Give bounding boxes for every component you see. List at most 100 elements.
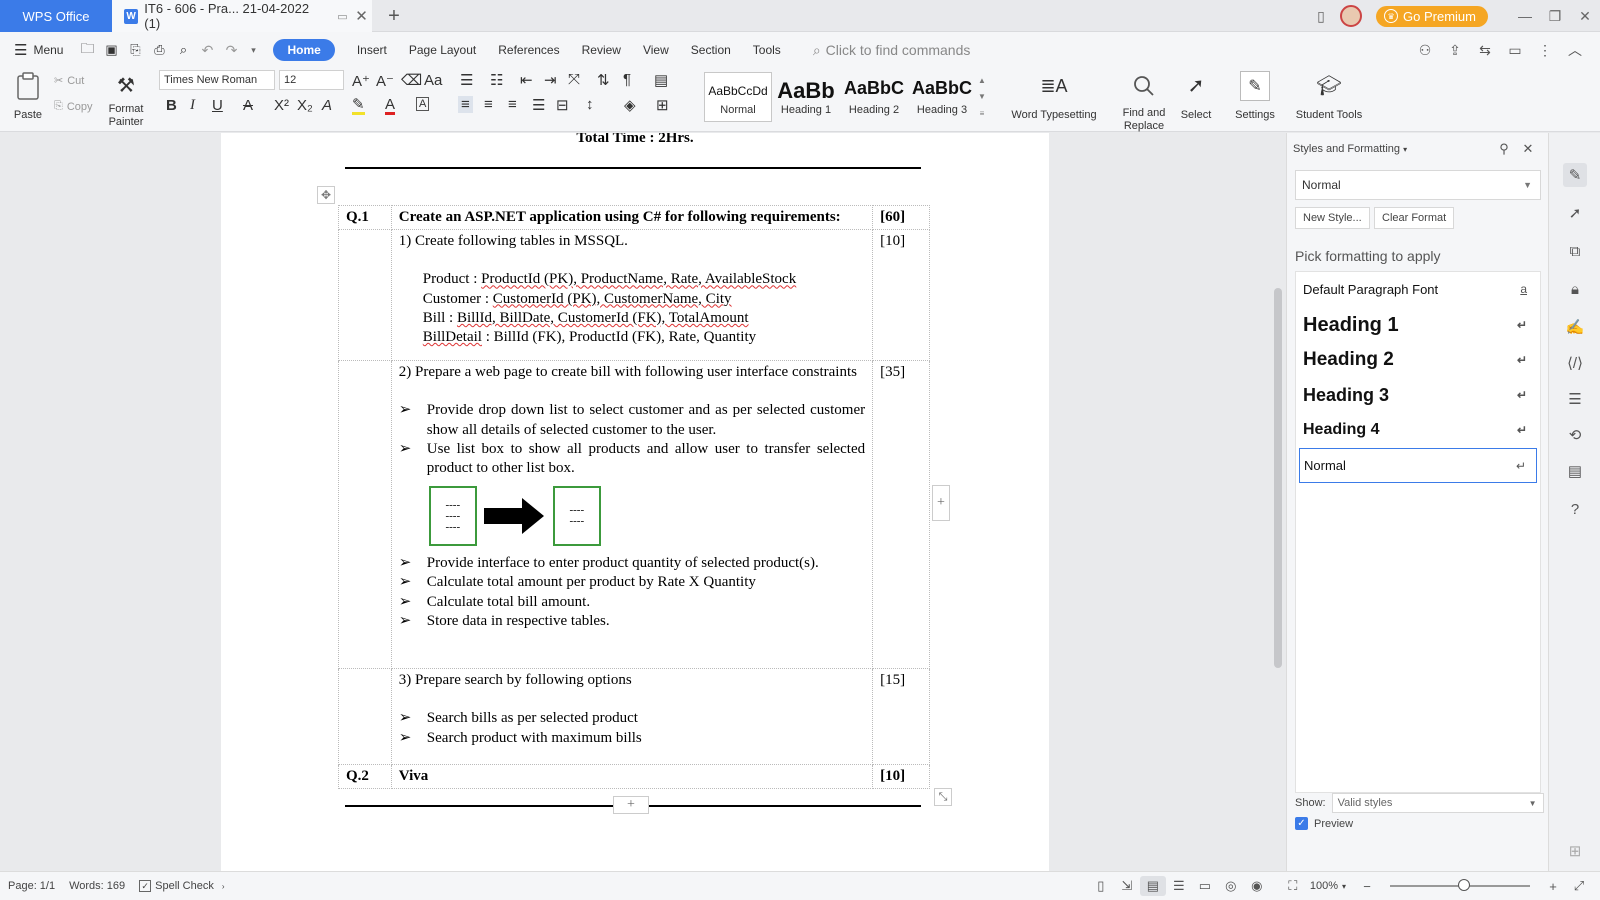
zoom-out-icon[interactable]: − bbox=[1354, 876, 1380, 896]
tab-review[interactable]: Review bbox=[582, 43, 621, 57]
style-item-heading-2[interactable]: Heading 2 ↵ bbox=[1299, 343, 1537, 377]
reading-view-icon[interactable]: ▭ bbox=[1192, 876, 1218, 896]
justify-icon[interactable]: ☰ bbox=[532, 96, 545, 114]
show-select[interactable]: Valid styles ▼ bbox=[1331, 793, 1544, 813]
styles-pencil-icon[interactable]: ✎ bbox=[1563, 163, 1587, 187]
format-painter-button[interactable]: ⚒ Format Painter bbox=[106, 71, 146, 129]
add-column-icon[interactable]: + bbox=[932, 485, 950, 521]
avatar[interactable] bbox=[1340, 5, 1363, 27]
restore-icon[interactable]: ❐ bbox=[1540, 0, 1570, 32]
shading-icon[interactable]: ◈ bbox=[624, 96, 636, 114]
save-icon[interactable]: ▣ bbox=[99, 42, 123, 58]
page-count[interactable]: Page: 1/1 bbox=[8, 880, 55, 892]
new-tab-icon[interactable]: + bbox=[382, 4, 406, 28]
style-heading-1[interactable]: AaBb Heading 1 bbox=[772, 72, 840, 122]
menu-button[interactable]: Menu bbox=[33, 43, 63, 57]
sliders-icon[interactable]: ☰ bbox=[1563, 387, 1587, 411]
text-effect-icon[interactable]: A bbox=[322, 97, 332, 114]
current-style-select[interactable]: Normal ▼ bbox=[1295, 170, 1541, 200]
tab-section[interactable]: Section bbox=[691, 43, 731, 57]
go-premium-button[interactable]: ♛ Go Premium bbox=[1376, 5, 1488, 27]
tab-insert[interactable]: Insert bbox=[357, 43, 387, 57]
command-search[interactable]: ⌕ Click to find commands bbox=[813, 42, 971, 59]
align-center-icon[interactable]: ≡ bbox=[484, 96, 493, 113]
superscript-icon[interactable]: X² bbox=[274, 97, 289, 114]
code-icon[interactable]: ⟨/⟩ bbox=[1563, 351, 1587, 375]
layers-icon[interactable]: ▤ bbox=[1563, 459, 1587, 483]
shrink-font-icon[interactable]: A⁻ bbox=[376, 72, 394, 90]
zoom-slider-knob[interactable] bbox=[1458, 879, 1470, 891]
undo-icon[interactable]: ↶ bbox=[195, 42, 219, 59]
eye-protection-icon[interactable]: ◉ bbox=[1244, 876, 1270, 896]
preview-checkbox[interactable]: ✓ Preview bbox=[1295, 817, 1353, 830]
style-item-heading-3[interactable]: Heading 3 ↵ bbox=[1299, 378, 1537, 412]
font-size-select[interactable]: 12 bbox=[279, 70, 344, 90]
zoom-slider[interactable] bbox=[1390, 879, 1530, 891]
edit-doc-icon[interactable]: ✍ bbox=[1563, 315, 1587, 339]
align-right-icon[interactable]: ≡ bbox=[508, 96, 517, 113]
borders-icon[interactable]: ⊞ bbox=[656, 96, 669, 114]
style-heading-2[interactable]: AaBbC Heading 2 bbox=[840, 72, 908, 122]
tab-page-layout[interactable]: Page Layout bbox=[409, 43, 476, 57]
doc-compare-icon[interactable]: ⧉ bbox=[1563, 239, 1587, 263]
style-item-normal[interactable]: Normal ↵ bbox=[1299, 448, 1537, 483]
scrollbar-thumb[interactable] bbox=[1274, 288, 1282, 668]
increase-indent-icon[interactable]: ⇥ bbox=[544, 71, 557, 89]
collaborate-icon[interactable]: ⚇ bbox=[1410, 38, 1440, 62]
print-preview-icon[interactable]: ⌕ bbox=[171, 42, 195, 58]
style-item-default-paragraph-font[interactable]: Default Paragraph Font a bbox=[1299, 272, 1537, 306]
lock-icon[interactable]: 🔒︎ bbox=[1563, 277, 1587, 301]
word-count[interactable]: Words: 169 bbox=[69, 880, 125, 892]
comment-icon[interactable]: ▭ bbox=[1500, 38, 1530, 62]
strikethrough-icon[interactable]: A bbox=[243, 97, 253, 114]
subscript-icon[interactable]: X₂ bbox=[297, 97, 313, 114]
vertical-scrollbar[interactable] bbox=[1270, 133, 1286, 871]
document-tab[interactable]: W IT6 - 606 - Pra... 21-04-2022 (1) ▭ ✕ bbox=[112, 0, 372, 32]
close-pane-icon[interactable]: ✕ bbox=[1516, 139, 1540, 159]
pane-title[interactable]: Styles and Formatting ▾ bbox=[1293, 143, 1407, 155]
web-layout-icon[interactable]: ◎ bbox=[1218, 876, 1244, 896]
highlight-icon[interactable]: ✎ bbox=[352, 97, 365, 115]
decrease-indent-icon[interactable]: ⇤ bbox=[520, 71, 533, 89]
italic-icon[interactable]: I bbox=[190, 97, 195, 114]
focus-mode-icon[interactable]: ⇲ bbox=[1114, 876, 1140, 896]
student-tools-button[interactable]: 🎓︎ Student Tools bbox=[1292, 71, 1366, 122]
grid-apps-icon[interactable]: ⊞ bbox=[1563, 839, 1587, 863]
table-tools-icon[interactable]: ▤ bbox=[654, 71, 668, 89]
style-normal[interactable]: AaBbCcDd Normal bbox=[704, 72, 772, 122]
fit-page-icon[interactable]: ⛶ bbox=[1280, 876, 1306, 896]
change-case-icon[interactable]: Aa bbox=[424, 72, 442, 89]
share-icon[interactable]: ⇪ bbox=[1440, 38, 1470, 62]
line-spacing-icon[interactable]: ↕ bbox=[586, 96, 594, 113]
show-marks-icon[interactable]: ¶ bbox=[623, 71, 631, 88]
asian-layout-icon[interactable]: ⤧ bbox=[568, 71, 580, 88]
cut-button[interactable]: ✂ Cut bbox=[54, 74, 84, 88]
read-mode-icon[interactable]: ▯ bbox=[1088, 876, 1114, 896]
paste-button[interactable]: Paste bbox=[10, 71, 46, 122]
help-icon[interactable]: ? bbox=[1563, 497, 1587, 521]
underline-icon[interactable]: U bbox=[212, 97, 223, 114]
spell-check-button[interactable]: ✓ Spell Check › bbox=[139, 880, 225, 892]
new-style-button[interactable]: New Style... bbox=[1295, 207, 1370, 229]
font-color-icon[interactable]: A bbox=[385, 97, 396, 115]
tab-tools[interactable]: Tools bbox=[753, 43, 781, 57]
table-resize-icon[interactable]: ⤡ bbox=[934, 788, 952, 806]
find-replace-button[interactable]: Find and Replace bbox=[1118, 71, 1170, 133]
wps-office-tab[interactable]: WPS Office bbox=[0, 0, 112, 32]
close-tab-icon[interactable]: ✕ bbox=[351, 7, 372, 25]
sync-icon[interactable]: ⇆ bbox=[1470, 38, 1500, 62]
tab-view[interactable]: View bbox=[643, 43, 669, 57]
zoom-level[interactable]: 100% bbox=[1310, 880, 1338, 892]
hamburger-menu-icon[interactable]: ☰ bbox=[14, 41, 27, 59]
add-row-icon[interactable]: + bbox=[613, 796, 649, 814]
word-typesetting-button[interactable]: ≣A Word Typesetting bbox=[1006, 71, 1102, 122]
fullscreen-icon[interactable]: ⤢ bbox=[1566, 876, 1592, 896]
tab-home[interactable]: Home bbox=[273, 39, 335, 61]
print-icon[interactable]: ⎙ bbox=[147, 42, 171, 58]
bullets-icon[interactable]: ☰ bbox=[460, 71, 473, 89]
pin-window-icon[interactable]: ▭ bbox=[334, 10, 351, 23]
bold-icon[interactable]: B bbox=[166, 97, 177, 114]
history-icon[interactable]: ⟲ bbox=[1563, 423, 1587, 447]
style-item-heading-4[interactable]: Heading 4 ↵ bbox=[1299, 413, 1537, 447]
grow-font-icon[interactable]: A⁺ bbox=[352, 72, 370, 90]
